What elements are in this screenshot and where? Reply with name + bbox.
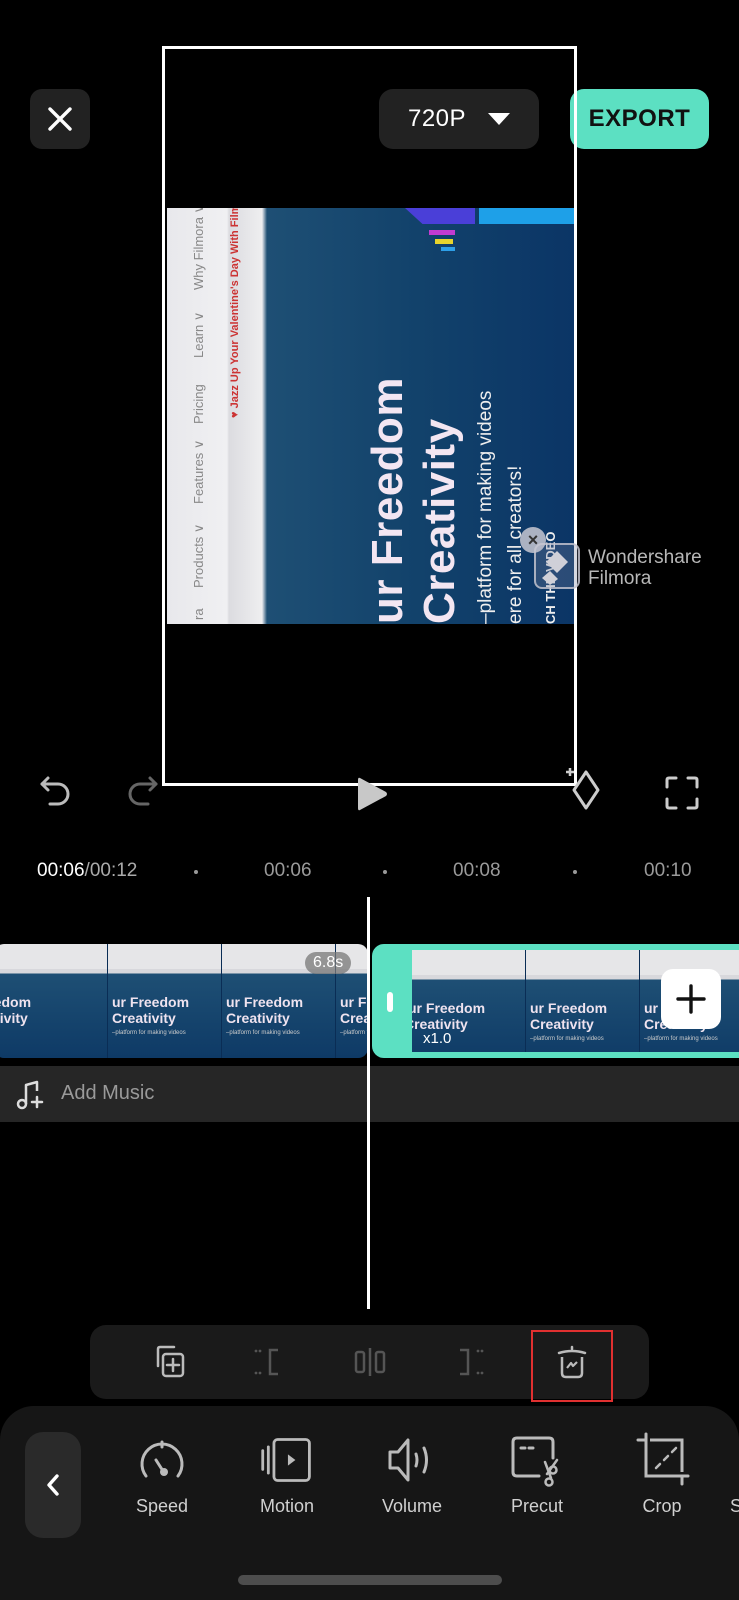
thumb-sub: –platform for making videos xyxy=(112,1030,186,1036)
close-button[interactable] xyxy=(30,89,90,149)
motion-icon xyxy=(261,1438,311,1482)
redo-icon xyxy=(128,776,158,806)
ruler-dot xyxy=(383,870,387,874)
split-button[interactable] xyxy=(348,1340,392,1384)
tool-label: Precut xyxy=(510,1496,564,1516)
clip-speed-label: x1.0 xyxy=(423,1030,452,1047)
thumb-headline: Creativity xyxy=(340,1010,368,1026)
close-icon xyxy=(48,107,72,131)
thumb-headline: ur Freedom xyxy=(112,994,190,1010)
tool-volume[interactable]: Volume xyxy=(362,1432,462,1517)
playhead[interactable] xyxy=(367,897,370,1309)
trim-end-button[interactable] xyxy=(448,1340,492,1384)
duplicate-button[interactable] xyxy=(148,1340,192,1384)
tool-motion[interactable]: Motion xyxy=(237,1432,337,1517)
ruler-dot xyxy=(573,870,577,874)
clip-thumbnail: ur Freedom Creativity –platform for maki… xyxy=(526,950,640,1052)
total-time: /00:12 xyxy=(84,860,138,881)
add-clip-button[interactable] xyxy=(661,969,721,1029)
speedometer-icon xyxy=(140,1440,184,1478)
thumb-headline: ur Freedom xyxy=(530,1000,608,1016)
play-icon xyxy=(358,777,387,811)
watermark-text: Wondershare Filmora xyxy=(588,547,702,589)
watermark-line-2: Filmora xyxy=(588,568,652,589)
tool-label: Volume xyxy=(381,1496,443,1516)
volume-icon xyxy=(388,1438,428,1482)
crop-icon xyxy=(636,1432,690,1486)
undo-button[interactable] xyxy=(32,768,80,816)
precut-icon xyxy=(511,1436,559,1487)
tool-label: S xyxy=(730,1496,739,1516)
clip-trim-handle[interactable] xyxy=(387,992,393,1012)
thumb-headline: Creativity xyxy=(0,1010,28,1026)
clip-duration-badge: 6.8s xyxy=(305,952,352,974)
clip-thumbnail: ur Freedom Creativity xyxy=(0,944,108,1058)
watermark-remove-button[interactable]: × xyxy=(520,527,546,553)
chevron-left-icon xyxy=(47,1474,59,1496)
trim-start-icon xyxy=(254,1348,278,1376)
ruler-dot xyxy=(194,870,198,874)
filmora-logo-icon xyxy=(542,551,568,585)
thumb-headline: ur Freedom xyxy=(340,994,368,1010)
thumb-headline: ur Freedom xyxy=(226,994,304,1010)
thumb-sub: –platform for making videos xyxy=(530,1036,604,1042)
preview-canvas-frame xyxy=(162,46,577,786)
add-music-label[interactable]: Add Music xyxy=(61,1082,154,1105)
highlight-box xyxy=(531,1330,613,1402)
play-button[interactable] xyxy=(348,768,396,820)
back-button[interactable] xyxy=(25,1432,81,1538)
thumb-headline: ur Freedom xyxy=(412,1000,486,1016)
music-add-icon xyxy=(16,1080,44,1110)
thumb-headline: Creativity xyxy=(530,1016,594,1032)
ruler-tick-label: 00:08 xyxy=(453,860,501,881)
tool-partial[interactable]: S xyxy=(692,1432,739,1517)
home-indicator[interactable] xyxy=(238,1575,502,1585)
clip-thumbnail: ur Freedom Creativity –platform for maki… xyxy=(108,944,222,1058)
current-time: 00:06 xyxy=(37,860,85,881)
tool-speed[interactable]: Speed xyxy=(112,1432,212,1517)
redo-button[interactable] xyxy=(118,768,166,816)
split-icon xyxy=(354,1348,386,1376)
plus-icon xyxy=(676,984,706,1014)
add-keyframe-button[interactable] xyxy=(562,764,612,820)
thumb-sub: –platform for making videos xyxy=(340,1030,368,1036)
thumb-sub: –platform for making videos xyxy=(644,1036,718,1042)
thumb-headline: ur Freedom xyxy=(0,994,32,1010)
time-readout: 00:06/00:12 xyxy=(37,860,137,882)
thumb-headline: Creativity xyxy=(112,1010,176,1026)
thumb-headline: Creativity xyxy=(226,1010,290,1026)
fullscreen-button[interactable] xyxy=(659,770,705,816)
tool-precut[interactable]: Precut xyxy=(487,1432,587,1517)
trim-start-button[interactable] xyxy=(246,1340,290,1384)
add-music-button[interactable] xyxy=(14,1078,48,1112)
duplicate-icon xyxy=(156,1345,185,1378)
thumb-sub: –platform for making videos xyxy=(226,1030,300,1036)
tool-label: Motion xyxy=(259,1496,315,1516)
tool-label: Speed xyxy=(135,1496,189,1516)
trim-end-icon xyxy=(460,1348,484,1376)
watermark-line-1: Wondershare xyxy=(588,547,702,568)
tool-label: Crop xyxy=(642,1496,682,1516)
export-button[interactable]: EXPORT xyxy=(570,89,709,149)
ruler-tick-label: 00:10 xyxy=(644,860,692,881)
ruler-tick-label: 00:06 xyxy=(264,860,312,881)
undo-icon xyxy=(40,776,70,806)
fullscreen-icon xyxy=(665,776,699,810)
keyframe-add-icon xyxy=(566,768,600,810)
